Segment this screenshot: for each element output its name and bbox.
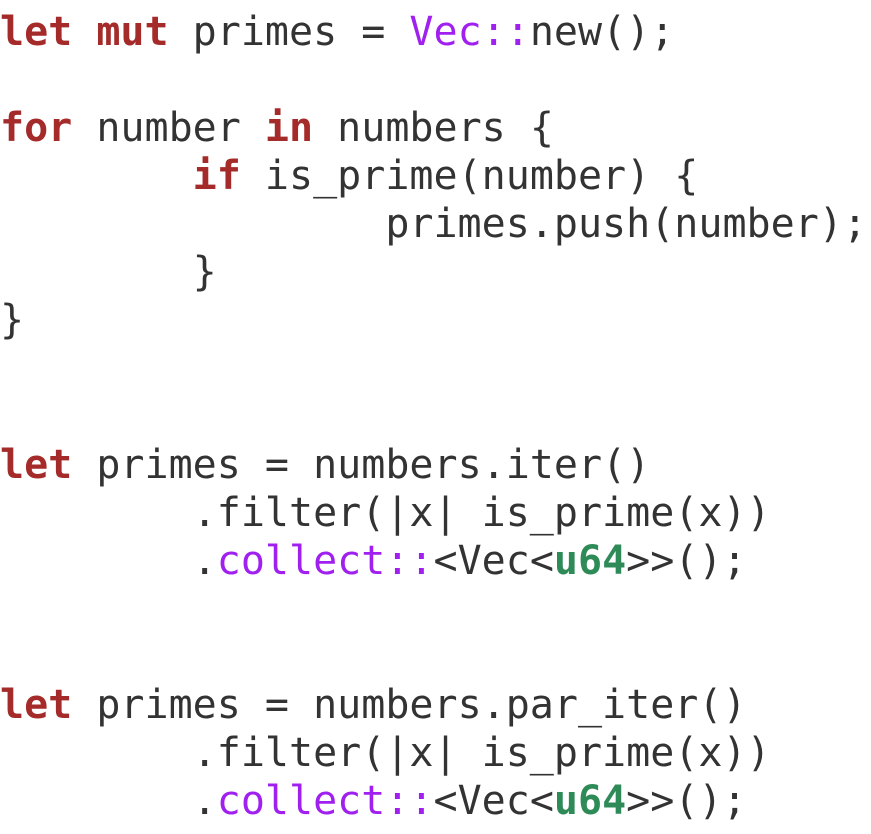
code-line-sequential-let: let mut primes = Vec::new(); [0,8,674,56]
type-u64: u64 [553,538,627,584]
keyword-let: let [0,9,73,55]
code-text: numbers { [313,105,554,151]
keyword-mut: mut [96,9,169,55]
code-snippet: let mut primes = Vec::new(); for number … [0,0,871,834]
code-text: >>(); [626,538,747,584]
code-line-iter-collect: .collect::<Vec<u64>>(); [0,537,747,585]
code-text: primes = numbers.iter() [72,442,651,488]
code-text: .filter(|x| is_prime(x)) [0,490,771,536]
keyword-let: let [0,442,73,488]
code-text: >>(); [626,778,747,824]
code-text: } [0,249,217,295]
code-line-par-iter-collect: .collect::<Vec<u64>>(); [0,777,747,825]
path-collect: collect:: [216,778,434,824]
path-vec: Vec:: [409,9,530,55]
code-line-for: for number in numbers { [0,104,554,152]
keyword-in: in [264,105,314,151]
code-text: } [0,297,25,343]
code-text: <Vec< [433,538,554,584]
code-text: primes.push(number); [0,201,867,247]
code-text: new(); [529,9,675,55]
code-line-close-for: } [0,296,24,344]
path-collect: collect:: [216,538,434,584]
keyword-let: let [0,682,73,728]
code-line-push: primes.push(number); [0,200,867,248]
code-text: number [72,105,265,151]
code-line-close-if: } [0,248,217,296]
type-u64: u64 [553,778,627,824]
code-text: <Vec< [433,778,554,824]
keyword-for: for [0,105,73,151]
code-text: primes = numbers.par_iter() [72,682,747,728]
code-line-if: if is_prime(number) { [0,152,699,200]
code-text: .filter(|x| is_prime(x)) [0,730,771,776]
code-text: . [0,538,217,584]
code-text: . [0,778,217,824]
keyword-if: if [192,153,241,199]
code-text: primes = [168,9,410,55]
code-line-iter-let: let primes = numbers.iter() [0,441,650,489]
code-line-par-iter-filter: .filter(|x| is_prime(x)) [0,729,771,777]
code-line-par-iter-let: let primes = numbers.par_iter() [0,681,747,729]
code-text: is_prime(number) { [240,153,699,199]
code-line-iter-filter: .filter(|x| is_prime(x)) [0,489,771,537]
